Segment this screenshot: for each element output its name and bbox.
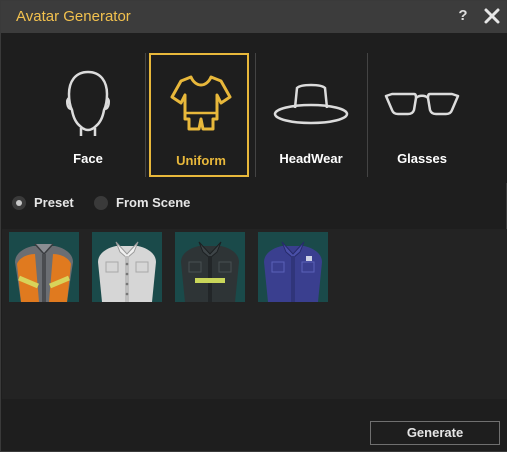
thumbnail-panel <box>2 229 507 399</box>
window-title: Avatar Generator <box>16 8 131 25</box>
category-uniform[interactable]: Uniform <box>149 53 249 177</box>
category-label: HeadWear <box>279 151 343 166</box>
thumbnail-white-shirt[interactable] <box>92 232 162 302</box>
category-headwear[interactable]: HeadWear <box>261 53 361 177</box>
category-label: Uniform <box>176 153 226 168</box>
radio-indicator <box>94 195 108 210</box>
preset-radio[interactable]: Preset <box>12 195 74 210</box>
help-button[interactable]: ? <box>455 7 471 27</box>
thumbnail-blue-police-uniform[interactable] <box>258 232 328 302</box>
face-icon <box>38 63 138 143</box>
glasses-icon <box>372 63 472 143</box>
category-glasses[interactable]: Glasses <box>372 53 472 177</box>
category-label: Face <box>73 151 103 166</box>
source-selector: Preset From Scene <box>2 191 507 219</box>
close-icon <box>484 8 500 24</box>
preset-label: Preset <box>34 195 74 210</box>
from-scene-radio[interactable]: From Scene <box>94 195 190 210</box>
thumbnail-orange-safety-vest[interactable] <box>9 232 79 302</box>
hat-icon <box>261 63 361 143</box>
thumbnail-dark-reflective-jacket[interactable] <box>175 232 245 302</box>
radio-indicator <box>12 195 26 210</box>
category-divider <box>367 53 368 177</box>
title-bar[interactable]: Avatar Generator ? <box>1 1 506 33</box>
from-scene-label: From Scene <box>116 195 191 210</box>
generate-button[interactable]: Generate <box>370 421 500 445</box>
category-divider <box>145 53 146 177</box>
avatar-generator-window: Avatar Generator ? Face Uniform HeadWear… <box>0 0 507 452</box>
footer: Generate <box>2 399 507 451</box>
category-divider <box>255 53 256 177</box>
uniform-icon <box>151 63 251 143</box>
category-bar: Face Uniform HeadWear Glasses <box>2 33 507 183</box>
category-label: Glasses <box>397 151 447 166</box>
close-button[interactable] <box>481 5 503 27</box>
category-face[interactable]: Face <box>38 53 138 177</box>
